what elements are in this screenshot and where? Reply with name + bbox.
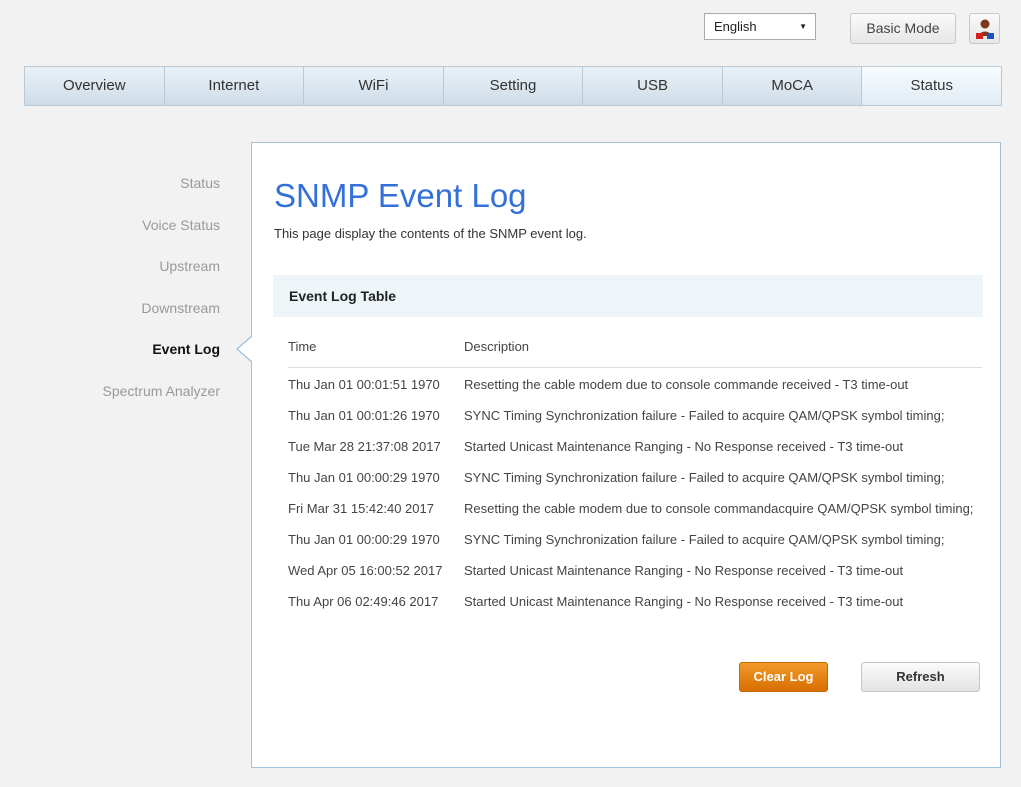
row-description: SYNC Timing Synchronization failure - Fa… [464, 470, 945, 485]
user-icon [976, 19, 994, 39]
content-panel: SNMP Event Log This page display the con… [251, 142, 1001, 768]
sidebar-item-spectrum-analyzer[interactable]: Spectrum Analyzer [0, 380, 221, 422]
table-header-row: Time Description [288, 335, 982, 368]
active-item-pointer-fill [238, 336, 253, 362]
page-title: SNMP Event Log [274, 177, 527, 214]
language-select[interactable]: English ▼ [704, 13, 816, 40]
tab-usb[interactable]: USB [583, 67, 723, 105]
tab-moca[interactable]: MoCA [723, 67, 863, 105]
column-header-time: Time [288, 335, 464, 368]
table-row: Thu Jan 01 00:01:51 1970 Resetting the c… [288, 368, 982, 400]
tab-overview[interactable]: Overview [25, 67, 165, 105]
refresh-button[interactable]: Refresh [861, 662, 980, 692]
row-time: Tue Mar 28 21:37:08 2017 [288, 439, 441, 454]
tab-wifi[interactable]: WiFi [304, 67, 444, 105]
clear-log-button[interactable]: Clear Log [739, 662, 828, 692]
event-log-table: Time Description Thu Jan 01 00:01:51 197… [288, 335, 982, 616]
row-description: Resetting the cable modem due to console… [464, 377, 909, 392]
table-row: Thu Jan 01 00:00:29 1970 SYNC Timing Syn… [288, 523, 982, 554]
main-nav: Overview Internet WiFi Setting USB MoCA … [24, 66, 1002, 106]
row-description: Started Unicast Maintenance Ranging - No… [464, 439, 904, 454]
table-row: Thu Apr 06 02:49:46 2017 Started Unicast… [288, 585, 982, 616]
table-row: Wed Apr 05 16:00:52 2017 Started Unicast… [288, 554, 982, 585]
user-button[interactable] [969, 13, 1000, 44]
sidebar-item-status[interactable]: Status [0, 172, 220, 214]
tab-internet[interactable]: Internet [165, 67, 305, 105]
row-time: Thu Jan 01 00:00:29 1970 [288, 532, 440, 547]
row-time: Thu Jan 01 00:01:51 1970 [288, 377, 440, 392]
row-description: Resetting the cable modem due to console… [464, 501, 974, 516]
row-description: Started Unicast Maintenance Ranging - No… [464, 594, 904, 609]
chevron-down-icon: ▼ [799, 22, 807, 31]
tab-status[interactable]: Status [862, 67, 1002, 105]
table-row: Tue Mar 28 21:37:08 2017 Started Unicast… [288, 430, 982, 461]
row-description: SYNC Timing Synchronization failure - Fa… [464, 532, 945, 547]
row-time: Thu Jan 01 00:00:29 1970 [288, 470, 440, 485]
sidebar-item-event-log[interactable]: Event Log [0, 338, 220, 380]
row-time: Fri Mar 31 15:42:40 2017 [288, 501, 434, 516]
column-header-description: Description [464, 335, 982, 368]
row-time: Wed Apr 05 16:00:52 2017 [288, 563, 443, 578]
table-title: Event Log Table [273, 275, 983, 317]
table-row: Thu Jan 01 00:01:26 1970 SYNC Timing Syn… [288, 399, 982, 430]
sidebar-item-voice-status[interactable]: Voice Status [0, 214, 220, 256]
sidebar: Status Voice Status Upstream Downstream … [0, 172, 221, 422]
row-time: Thu Jan 01 00:01:26 1970 [288, 408, 440, 423]
row-description: SYNC Timing Synchronization failure - Fa… [464, 408, 945, 423]
table-row: Fri Mar 31 15:42:40 2017 Resetting the c… [288, 492, 982, 523]
table-row: Thu Jan 01 00:00:29 1970 SYNC Timing Syn… [288, 461, 982, 492]
basic-mode-button[interactable]: Basic Mode [850, 13, 956, 44]
page-description: This page display the contents of the SN… [274, 226, 587, 241]
sidebar-item-downstream[interactable]: Downstream [0, 297, 220, 339]
sidebar-item-upstream[interactable]: Upstream [0, 255, 220, 297]
language-select-value: English [714, 19, 757, 34]
row-description: Started Unicast Maintenance Ranging - No… [464, 563, 904, 578]
tab-setting[interactable]: Setting [444, 67, 584, 105]
row-time: Thu Apr 06 02:49:46 2017 [288, 594, 439, 609]
